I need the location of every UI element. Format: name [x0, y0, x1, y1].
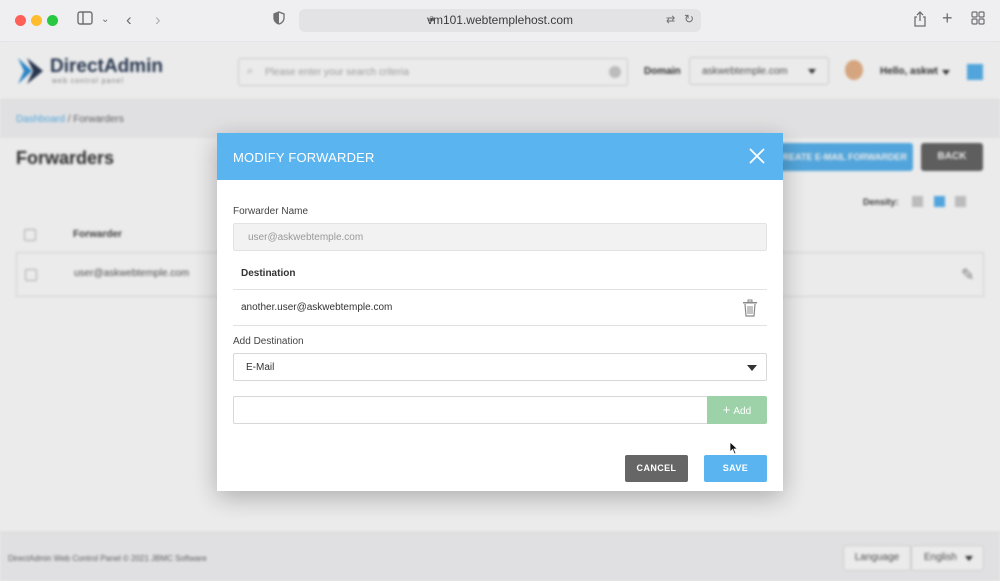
translate-icon[interactable]: ⇄: [666, 13, 675, 26]
share-icon[interactable]: [913, 11, 927, 32]
add-destination-group: + Add: [233, 396, 767, 424]
dialog-header: MODIFY FORWARDER: [217, 133, 783, 180]
dialog-title: MODIFY FORWARDER: [233, 150, 375, 165]
forward-arrow-icon[interactable]: ›: [155, 11, 161, 29]
chevron-down-icon: [747, 365, 757, 371]
destination-header-label: Destination: [241, 268, 296, 279]
sidebar-toggle-icon[interactable]: [77, 11, 93, 30]
add-destination-input[interactable]: [233, 396, 708, 424]
url-text: vm101.webtemplehost.com: [426, 13, 574, 27]
mouse-cursor-icon: [729, 441, 739, 455]
forwarder-name-field: user@askwebtemple.com: [233, 223, 767, 251]
tab-overview-icon[interactable]: [971, 11, 985, 30]
add-destination-label: Add Destination: [233, 336, 304, 347]
forwarder-name-value: user@askwebtemple.com: [248, 232, 364, 243]
destination-row: another.user@askwebtemple.com: [233, 291, 767, 326]
new-tab-icon[interactable]: +: [942, 9, 953, 27]
destination-type-value: E-Mail: [246, 362, 275, 373]
add-button[interactable]: + Add: [707, 396, 767, 424]
forwarder-name-label: Forwarder Name: [233, 206, 309, 217]
maximize-window-button[interactable]: [47, 15, 58, 26]
trash-icon[interactable]: [742, 299, 758, 317]
modify-forwarder-dialog: MODIFY FORWARDER Forwarder Name user@ask…: [217, 133, 783, 491]
shield-icon[interactable]: [273, 11, 285, 30]
plus-icon: +: [722, 402, 731, 417]
add-button-label: Add: [733, 406, 752, 417]
save-button[interactable]: SAVE: [704, 455, 767, 482]
chevron-down-icon[interactable]: ⌄: [101, 11, 109, 29]
destination-value: another.user@askwebtemple.com: [241, 302, 393, 313]
cancel-button[interactable]: CANCEL: [625, 455, 688, 482]
destination-type-select[interactable]: E-Mail: [233, 353, 767, 381]
minimize-window-button[interactable]: [31, 15, 42, 26]
address-bar[interactable]: 🔒︎ vm101.webtemplehost.com ⇄ ↻: [299, 9, 701, 32]
destination-header: Destination: [233, 260, 767, 290]
back-arrow-icon[interactable]: ‹: [126, 11, 132, 29]
close-icon[interactable]: [746, 145, 768, 167]
browser-toolbar: ⌄ ‹ › 🔒︎ vm101.webtemplehost.com ⇄ ↻ +: [0, 0, 1000, 42]
close-window-button[interactable]: [15, 15, 26, 26]
reload-icon[interactable]: ↻: [684, 12, 694, 26]
